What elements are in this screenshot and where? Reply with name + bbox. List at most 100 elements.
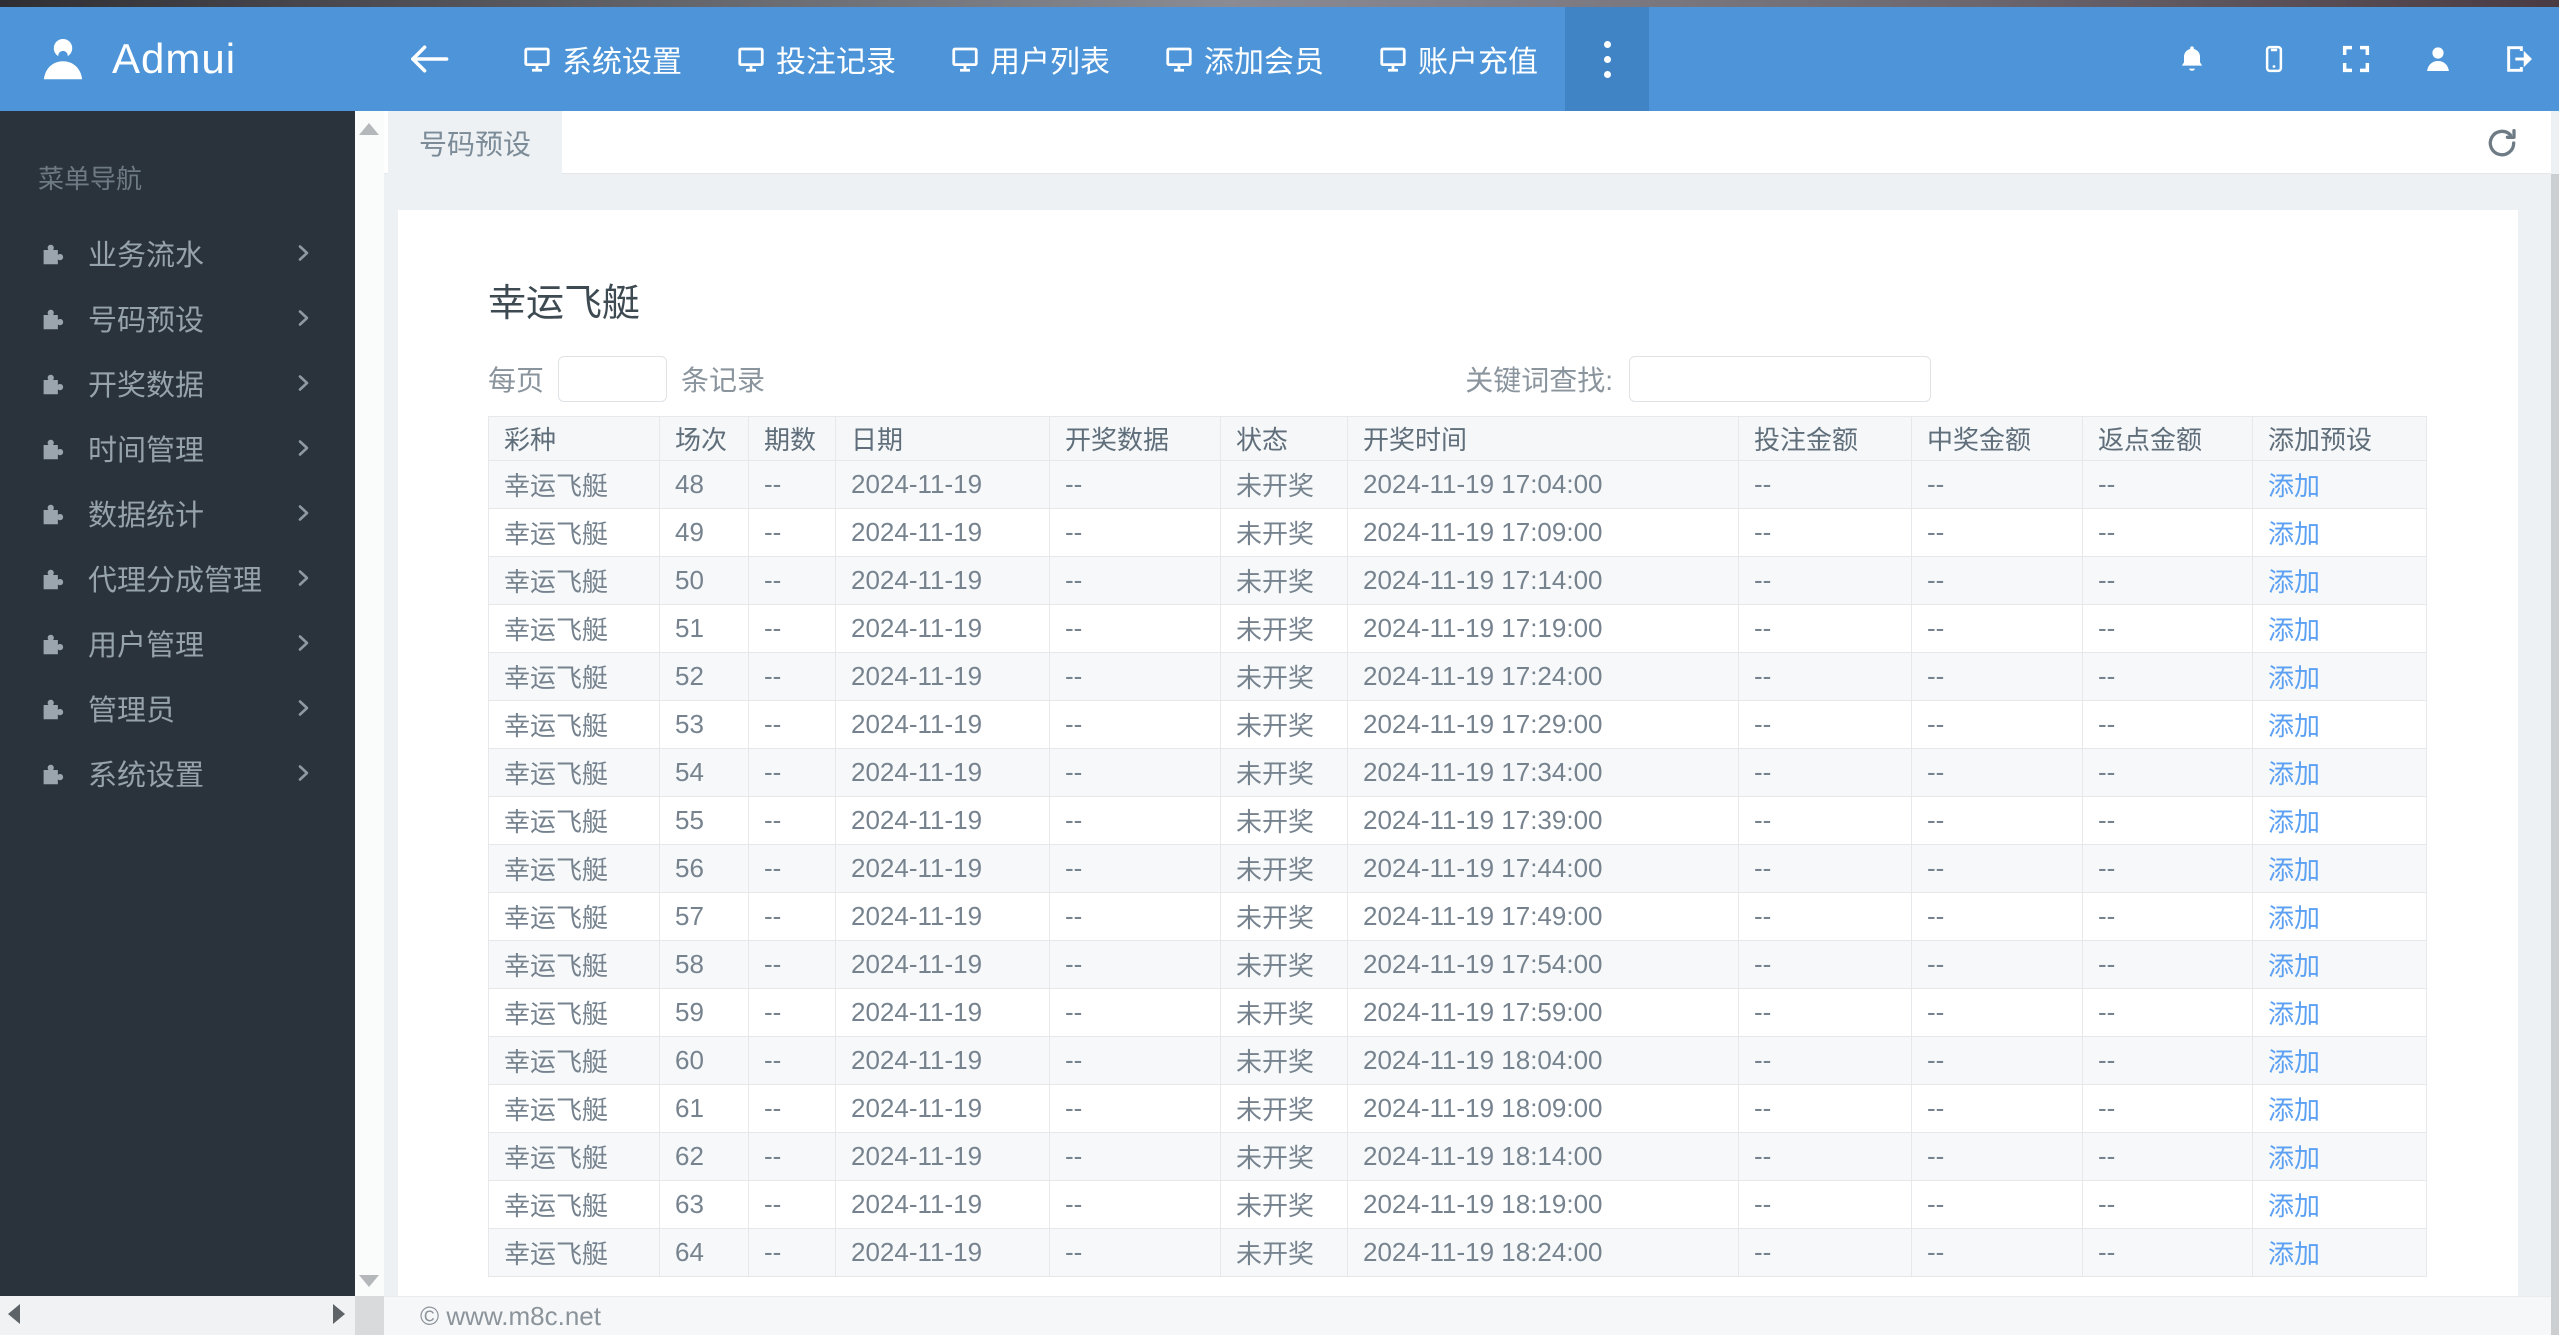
navbar-item-account-recharge[interactable]: 账户充值 (1351, 7, 1565, 111)
cell-win-amount: -- (1911, 556, 2083, 605)
sidebar-item-user-management[interactable]: 用户管理 (0, 610, 355, 675)
cell-action: 添加 (2252, 604, 2427, 653)
cell-lottery: 幸运飞艇 (488, 844, 660, 893)
add-preset-link[interactable]: 添加 (2268, 567, 2320, 597)
puzzle-icon (38, 368, 68, 398)
cell-action: 添加 (2252, 748, 2427, 797)
scroll-right-arrow-icon[interactable] (333, 1304, 345, 1324)
add-preset-link[interactable]: 添加 (2268, 519, 2320, 549)
cell-session: 59 (659, 988, 749, 1037)
cell-period: -- (748, 1228, 836, 1277)
sidebar-item-number-preset[interactable]: 号码预设 (0, 285, 355, 350)
cell-period: -- (748, 748, 836, 797)
cell-status: 未开奖 (1220, 988, 1348, 1037)
cell-win-amount: -- (1911, 940, 2083, 989)
search-label: 关键词查找: (1465, 365, 1613, 396)
cell-draw-data: -- (1049, 604, 1221, 653)
sidebar-item-draw-data[interactable]: 开奖数据 (0, 350, 355, 415)
navbar-item-bet-records[interactable]: 投注记录 (709, 7, 923, 111)
cell-session: 61 (659, 1084, 749, 1133)
add-preset-link[interactable]: 添加 (2268, 1047, 2320, 1077)
monitor-icon (522, 44, 552, 74)
cell-bet-amount: -- (1738, 1228, 1912, 1277)
cell-period: -- (748, 604, 836, 653)
add-preset-link[interactable]: 添加 (2268, 903, 2320, 933)
table-row-59: 幸运飞艇 59 -- 2024-11-19 -- 未开奖 2024-11-19 … (488, 988, 2427, 1037)
cell-win-amount: -- (1911, 1132, 2083, 1181)
per-page-input[interactable] (558, 356, 668, 402)
table-row-63: 幸运飞艇 63 -- 2024-11-19 -- 未开奖 2024-11-19 … (488, 1180, 2427, 1229)
cell-bet-amount: -- (1738, 508, 1912, 557)
add-preset-link[interactable]: 添加 (2268, 759, 2320, 789)
cell-draw-time: 2024-11-19 17:34:00 (1347, 748, 1739, 797)
logout-icon[interactable] (2503, 42, 2537, 76)
sidebar-vertical-scrollbar[interactable] (355, 111, 384, 1335)
cell-rebate-amount: -- (2082, 604, 2253, 653)
table-row-60: 幸运飞艇 60 -- 2024-11-19 -- 未开奖 2024-11-19 … (488, 1036, 2427, 1085)
cell-draw-time: 2024-11-19 18:24:00 (1347, 1228, 1739, 1277)
more-menu-button[interactable] (1565, 7, 1649, 111)
cell-bet-amount: -- (1738, 1180, 1912, 1229)
add-preset-link[interactable]: 添加 (2268, 807, 2320, 837)
navbar-item-system-settings[interactable]: 系统设置 (495, 7, 709, 111)
add-preset-link[interactable]: 添加 (2268, 471, 2320, 501)
chevron-right-icon (291, 565, 315, 591)
column-header-6: 开奖时间 (1347, 416, 1739, 461)
cell-win-amount: -- (1911, 892, 2083, 941)
mobile-icon[interactable] (2257, 42, 2291, 76)
cell-draw-time: 2024-11-19 17:29:00 (1347, 700, 1739, 749)
user-icon[interactable] (2421, 42, 2455, 76)
brand[interactable]: Admui (0, 7, 355, 111)
chevron-right-icon (291, 305, 315, 331)
add-preset-link[interactable]: 添加 (2268, 1239, 2320, 1269)
add-preset-link[interactable]: 添加 (2268, 951, 2320, 981)
scroll-up-arrow-icon[interactable] (359, 123, 379, 135)
add-preset-link[interactable]: 添加 (2268, 711, 2320, 741)
cell-date: 2024-11-19 (835, 1132, 1050, 1181)
sidebar-item-data-statistics[interactable]: 数据统计 (0, 480, 355, 545)
navbar-item-label: 添加会员 (1204, 46, 1324, 79)
add-preset-link[interactable]: 添加 (2268, 1191, 2320, 1221)
sidebar-horizontal-scrollbar[interactable] (0, 1296, 355, 1335)
scroll-left-arrow-icon[interactable] (8, 1304, 20, 1324)
cell-lottery: 幸运飞艇 (488, 1132, 660, 1181)
add-preset-link[interactable]: 添加 (2268, 663, 2320, 693)
cell-action: 添加 (2252, 796, 2427, 845)
navbar-item-add-member[interactable]: 添加会员 (1137, 7, 1351, 111)
navbar-item-user-list[interactable]: 用户列表 (923, 7, 1137, 111)
sidebar-item-system-settings[interactable]: 系统设置 (0, 740, 355, 805)
cell-draw-time: 2024-11-19 18:09:00 (1347, 1084, 1739, 1133)
scroll-down-arrow-icon[interactable] (359, 1275, 379, 1287)
fullscreen-icon[interactable] (2339, 42, 2373, 76)
add-preset-link[interactable]: 添加 (2268, 1095, 2320, 1125)
cell-period: -- (748, 892, 836, 941)
add-preset-link[interactable]: 添加 (2268, 855, 2320, 885)
navbar-right-icons (2175, 7, 2559, 111)
table-head: 彩种 场次 期数 日期 开奖数据 状态 开奖时间 投注金额 中奖金额 返点金额 添加预设 (488, 416, 2427, 461)
tab-number-preset[interactable]: 号码预设 (388, 111, 562, 175)
navbar: Admui 系统设置 投注记录 用户列表 添加会员 账户充值 (0, 7, 2559, 111)
avatar-logo-icon (36, 32, 90, 86)
cell-rebate-amount: -- (2082, 844, 2253, 893)
sidebar-item-administrator[interactable]: 管理员 (0, 675, 355, 740)
cell-draw-time: 2024-11-19 17:04:00 (1347, 460, 1739, 509)
cell-win-amount: -- (1911, 748, 2083, 797)
cell-rebate-amount: -- (2082, 556, 2253, 605)
add-preset-link[interactable]: 添加 (2268, 999, 2320, 1029)
add-preset-link[interactable]: 添加 (2268, 1143, 2320, 1173)
back-arrow-button[interactable] (405, 7, 453, 111)
main-vertical-scrollbar[interactable] (2551, 174, 2559, 1335)
sidebar-item-agent-commission[interactable]: 代理分成管理 (0, 545, 355, 610)
refresh-button[interactable] (2483, 124, 2521, 162)
table-row-58: 幸运飞艇 58 -- 2024-11-19 -- 未开奖 2024-11-19 … (488, 940, 2427, 989)
cell-session: 48 (659, 460, 749, 509)
cell-status: 未开奖 (1220, 604, 1348, 653)
sidebar-item-business-flow[interactable]: 业务流水 (0, 220, 355, 285)
cell-date: 2024-11-19 (835, 652, 1050, 701)
search-input[interactable] (1629, 356, 1931, 402)
bell-icon[interactable] (2175, 42, 2209, 76)
add-preset-link[interactable]: 添加 (2268, 615, 2320, 645)
sidebar-item-time-management[interactable]: 时间管理 (0, 415, 355, 480)
table-row-55: 幸运飞艇 55 -- 2024-11-19 -- 未开奖 2024-11-19 … (488, 796, 2427, 845)
cell-draw-time: 2024-11-19 17:09:00 (1347, 508, 1739, 557)
